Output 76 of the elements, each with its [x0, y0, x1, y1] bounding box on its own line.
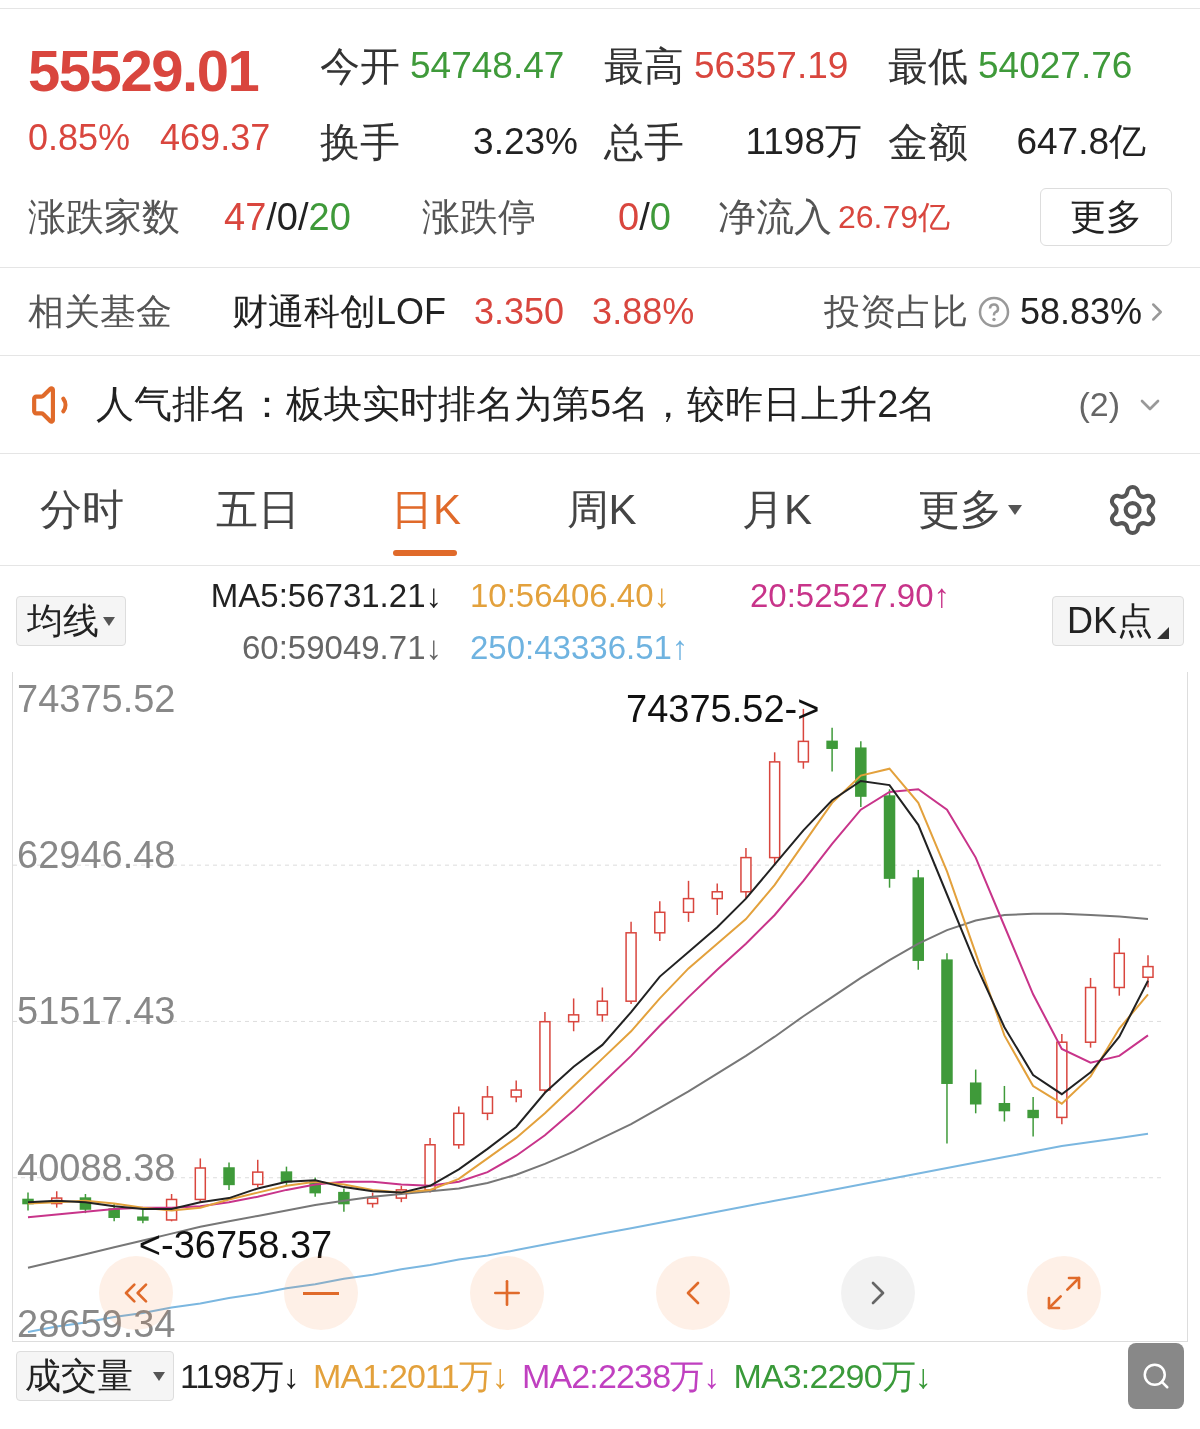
caret-icon	[153, 1371, 165, 1381]
ranking-count: (2)	[1078, 384, 1120, 425]
candlestick	[654, 900, 666, 942]
ranking-text: 人气排名：板块实时排名为第5名，较昨日上升2名	[96, 382, 937, 427]
help-icon[interactable]	[977, 295, 1010, 328]
price-marker: <-36758.37	[138, 1225, 333, 1266]
candlestick	[682, 880, 695, 923]
corner-triangle-icon	[1157, 627, 1169, 639]
chart-tab[interactable]: 月K	[742, 453, 918, 566]
candlestick	[969, 1068, 982, 1115]
candlestick	[826, 726, 838, 773]
stat-value: 647.8亿	[1016, 120, 1146, 165]
axis-label: 51517.43	[17, 991, 176, 1032]
volume-value: MA2:2238万↓	[522, 1355, 720, 1397]
chart-tab[interactable]: 五日	[215, 453, 391, 566]
search-button[interactable]	[1128, 1343, 1184, 1409]
ma-value: 10:56406.40↓	[469, 576, 671, 616]
stat-label: 总手	[604, 119, 684, 166]
stat-value: 56357.19	[694, 44, 849, 89]
ma-value: MA5:56731.21↓	[209, 576, 443, 616]
ratio-label: 投资占比	[823, 289, 968, 334]
chart-tab[interactable]: 更多	[917, 453, 1105, 566]
candlestick	[567, 997, 580, 1033]
fund-price: 3.350	[474, 289, 565, 334]
breadth-value: 0/0	[618, 194, 671, 240]
stat-value: 3.23%	[473, 120, 578, 165]
candlestick	[998, 1085, 1011, 1123]
volume-value: MA3:2290万↓	[733, 1355, 931, 1397]
candlestick	[251, 1159, 264, 1188]
ma-value: 60:59049.71↓	[241, 628, 443, 668]
ma-value: 20:52527.90↑	[749, 576, 951, 616]
axis-label: 62946.48	[17, 835, 176, 876]
dk-button[interactable]: DK点	[1052, 596, 1184, 646]
stat-value: 54027.76	[978, 44, 1133, 89]
candlestick	[481, 1085, 494, 1121]
stat-value: 54748.47	[410, 44, 565, 89]
last-price: 55529.01	[28, 39, 260, 103]
caret-icon	[103, 616, 115, 626]
fund-name[interactable]: 财通科创LOF	[232, 284, 446, 339]
breadth-label: 涨跌家数	[28, 194, 181, 240]
axis-label: 74375.52	[17, 678, 176, 719]
tab-underline	[393, 549, 457, 556]
ratio-value: 58.83%	[1019, 289, 1142, 334]
breadth-label: 涨跌停	[422, 194, 537, 240]
volume-selector[interactable]: 成交量	[16, 1351, 174, 1401]
candlestick	[711, 882, 723, 916]
chart-tab[interactable]: 周K	[566, 453, 742, 566]
stat-label: 金额	[888, 119, 968, 166]
volume-value: 1198万↓	[180, 1355, 299, 1397]
volume-value: MA1:2011万↓	[313, 1355, 508, 1397]
inflow-value: 26.79亿	[838, 198, 951, 237]
fund-label: 相关基金	[28, 289, 173, 334]
stat-value: 1198万	[745, 120, 862, 165]
chart-tab[interactable]: 分时	[40, 453, 216, 566]
axis-label: 40088.38	[17, 1147, 176, 1188]
candlestick	[223, 1161, 235, 1191]
stat-label: 最低	[888, 43, 968, 90]
inflow-label: 净流入	[718, 194, 832, 240]
stat-label: 换手	[320, 119, 400, 166]
stat-label: 今开	[320, 43, 400, 90]
price-marker: 74375.52->	[626, 688, 820, 729]
change-amount: 469.37	[160, 116, 271, 160]
candlestick	[510, 1079, 522, 1104]
stat-label: 最高	[604, 43, 684, 90]
breadth-value: 47/0/20	[224, 194, 351, 240]
ma-value: 250:43336.51↑	[469, 628, 690, 668]
more-button[interactable]: 更多	[1040, 188, 1172, 246]
minus-icon	[303, 1291, 340, 1295]
caret-icon	[1007, 504, 1022, 515]
candlestick	[596, 986, 609, 1023]
candlestick	[1027, 1096, 1039, 1138]
candlestick	[1142, 954, 1154, 988]
ma-selector[interactable]: 均线	[16, 596, 126, 646]
search-icon	[1141, 1361, 1171, 1391]
fund-change: 3.88%	[592, 289, 695, 334]
change-percent: 0.85%	[28, 116, 131, 160]
